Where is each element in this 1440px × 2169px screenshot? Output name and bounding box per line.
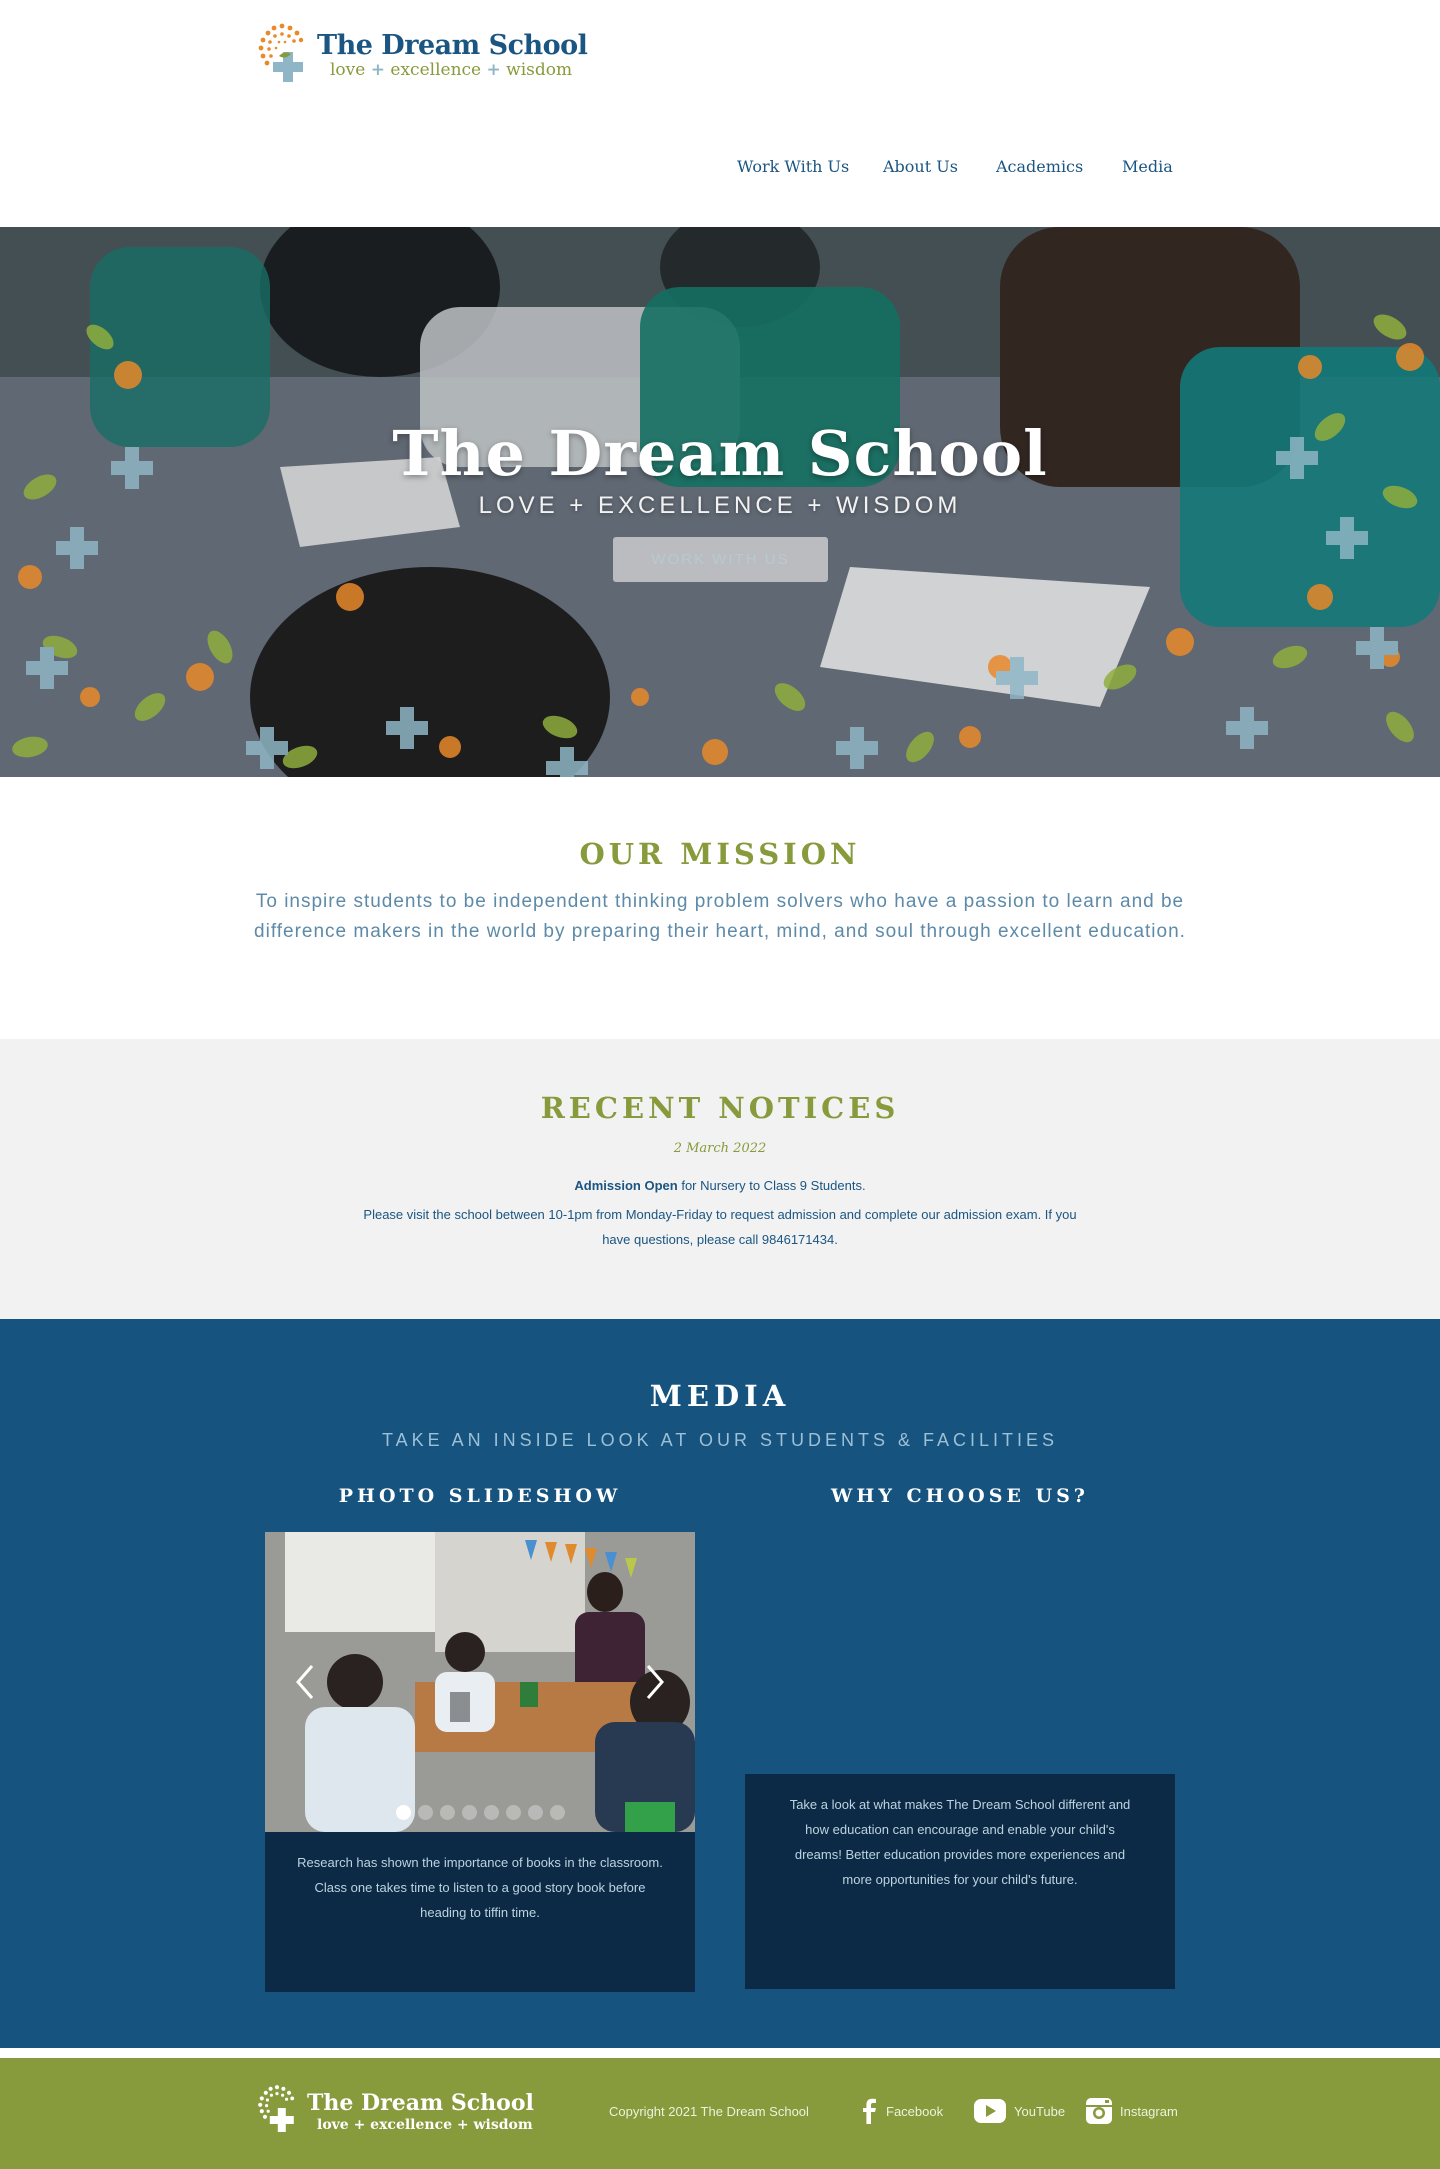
- nav-media[interactable]: Media: [1122, 157, 1173, 176]
- tagline-wisdom: wisdom: [506, 60, 573, 80]
- site-logo[interactable]: The Dream School love + excellence + wis…: [257, 22, 588, 92]
- footer-logo[interactable]: The Dream School love + excellence + wis…: [257, 2084, 537, 2144]
- hero-banner: The Dream School LOVE + EXCELLENCE + WIS…: [0, 227, 1440, 777]
- slide-dots: [265, 1805, 695, 1820]
- slideshow-caption-box: Research has shown the importance of boo…: [265, 1832, 695, 1992]
- footer-divider: [0, 2048, 1440, 2058]
- notices-heading: RECENT NOTICES: [540, 1091, 900, 1125]
- tagline-plus-icon: +: [486, 60, 501, 80]
- slideshow-caption: Research has shown the importance of boo…: [297, 1855, 663, 1920]
- why-choose-box: Take a look at what makes The Dream Scho…: [745, 1774, 1175, 1989]
- footer-logo-tagline: love + excellence + wisdom: [317, 2117, 533, 2133]
- mission-heading: OUR MISSION: [579, 837, 861, 871]
- why-choose-text: Take a look at what makes The Dream Scho…: [789, 1797, 1131, 1887]
- youtube-label: YouTube: [1014, 2103, 1066, 2119]
- copyright-text: Copyright 2021 The Dream School: [609, 2104, 809, 2119]
- work-with-us-button[interactable]: WORK WITH US: [613, 537, 828, 582]
- tagline-plus-icon: +: [370, 60, 385, 80]
- mission-section: OUR MISSION To inspire students to be in…: [0, 777, 1440, 1039]
- photo-slideshow[interactable]: [265, 1532, 695, 1832]
- notice-headline-rest: for Nursery to Class 9 Students.: [677, 1178, 866, 1193]
- slide-image: [265, 1532, 695, 1832]
- facebook-link[interactable]: Facebook: [860, 2098, 943, 2124]
- hero-title: The Dream School: [392, 417, 1048, 490]
- notice-date: 2 March 2022: [673, 1141, 767, 1156]
- notices-section: RECENT NOTICES 2 March 2022 Admission Op…: [0, 1039, 1440, 1319]
- facebook-icon: [863, 2098, 876, 2124]
- notice-body: Please visit the school between 10-1pm f…: [363, 1207, 1077, 1247]
- instagram-icon: [1086, 2098, 1112, 2124]
- media-heading: MEDIA: [649, 1379, 791, 1413]
- slide-dot[interactable]: [439, 1805, 455, 1820]
- nav-academics[interactable]: Academics: [996, 157, 1083, 176]
- chevron-left-icon[interactable]: [290, 1662, 320, 1702]
- youtube-icon: [974, 2099, 1006, 2123]
- media-section: MEDIA TAKE AN INSIDE LOOK AT OUR STUDENT…: [0, 1319, 1440, 2048]
- instagram-label: Instagram: [1120, 2103, 1178, 2119]
- slide-dot[interactable]: [417, 1805, 433, 1820]
- youtube-link[interactable]: YouTube: [974, 2098, 1065, 2124]
- chevron-right-icon[interactable]: [640, 1662, 670, 1702]
- mission-text: To inspire students to be independent th…: [254, 891, 1186, 942]
- main-nav: Work With Us About Us Academics Media: [0, 157, 1440, 187]
- media-subheading: TAKE AN INSIDE LOOK AT OUR STUDENTS & FA…: [381, 1430, 1059, 1450]
- slide-dot[interactable]: [549, 1805, 565, 1820]
- slideshow-heading: PHOTO SLIDESHOW: [338, 1485, 622, 1507]
- tagline-love: love: [330, 60, 366, 80]
- slide-dot[interactable]: [461, 1805, 477, 1820]
- hero-subtitle: LOVE + EXCELLENCE + WISDOM: [478, 492, 962, 519]
- slide-dot[interactable]: [527, 1805, 543, 1820]
- site-header: The Dream School love + excellence + wis…: [0, 0, 1440, 227]
- facebook-label: Facebook: [886, 2103, 944, 2119]
- slide-dot[interactable]: [395, 1805, 411, 1820]
- instagram-link[interactable]: Instagram: [1086, 2098, 1178, 2124]
- nav-about-us[interactable]: About Us: [883, 157, 958, 176]
- notice-highlight: Admission Open: [574, 1178, 678, 1193]
- footer-logo-title: The Dream School: [307, 2090, 534, 2116]
- slide-dot[interactable]: [505, 1805, 521, 1820]
- slide-dot[interactable]: [483, 1805, 499, 1820]
- tagline-excellence: excellence: [390, 60, 482, 80]
- footer-logo-sunburst-icon: [258, 2085, 295, 2132]
- why-choose-heading: WHY CHOOSE US?: [831, 1485, 1089, 1507]
- logo-tagline: love + excellence + wisdom: [330, 60, 572, 80]
- site-footer: The Dream School love + excellence + wis…: [0, 2058, 1440, 2169]
- notice-headline: Admission Open for Nursery to Class 9 St…: [0, 1178, 1440, 1193]
- logo-title: The Dream School: [317, 30, 588, 61]
- nav-work-with-us[interactable]: Work With Us: [737, 157, 849, 176]
